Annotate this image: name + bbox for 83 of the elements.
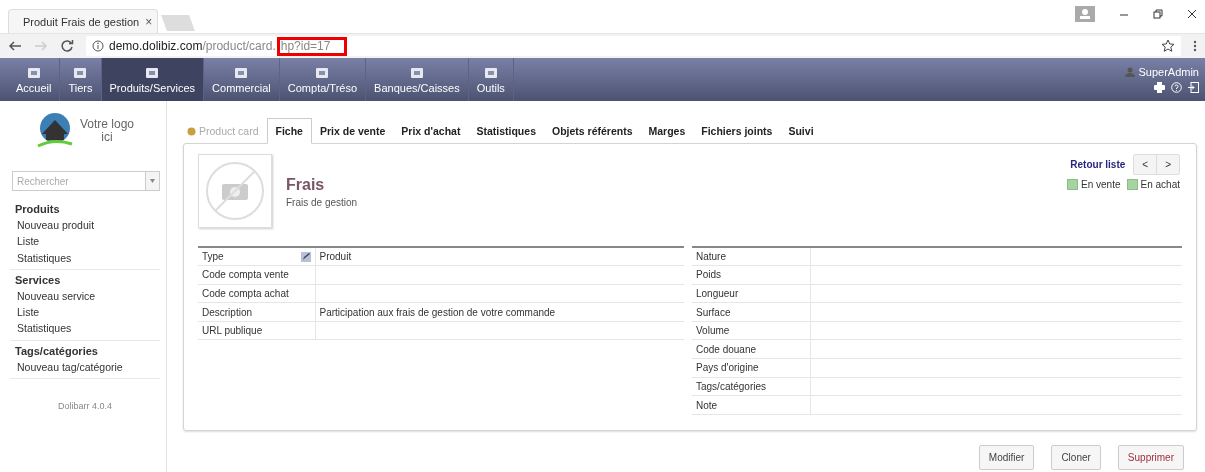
menu-tab[interactable]: Commercial	[204, 58, 280, 101]
tab[interactable]: Marges	[640, 119, 694, 143]
no-photo-icon	[198, 154, 272, 228]
field-label: Description	[202, 306, 253, 318]
tab[interactable]: Objets référents	[543, 119, 641, 143]
section-title[interactable]: Services	[15, 272, 160, 288]
field-label: Code compta vente	[202, 269, 289, 281]
product-ref: Frais	[286, 176, 326, 194]
logo-text: Votre logo ici	[79, 117, 134, 145]
reload-icon[interactable]	[60, 39, 74, 53]
tab[interactable]: Fiche	[266, 118, 312, 144]
sidebar-link[interactable]: Liste	[15, 233, 160, 250]
section-title[interactable]: Produits	[15, 202, 160, 217]
restore-icon[interactable]	[1153, 9, 1163, 19]
module-icon	[408, 65, 425, 79]
field-value: Produit	[319, 251, 352, 263]
back-to-list-link[interactable]: Retour liste	[1070, 159, 1126, 170]
sidebar-link[interactable]: Nouveau service	[15, 287, 160, 305]
menu-tab[interactable]: Compta/Tréso	[279, 58, 367, 101]
field-label: Surface	[696, 306, 731, 318]
menu-tab[interactable]: Produits/Services	[101, 58, 205, 101]
field-value: Participation aux frais de gestion de votre commande	[319, 306, 556, 318]
field-label: Type	[202, 251, 224, 263]
module-icon	[482, 65, 499, 79]
close-icon[interactable]: ×	[145, 14, 153, 29]
field-label: Poids	[696, 269, 721, 281]
product-label: Frais de gestion	[286, 197, 358, 208]
dropdown-button[interactable]	[145, 171, 160, 191]
menu-tab[interactable]: Banques/Caisses	[366, 58, 469, 101]
status-label: En achat	[1140, 179, 1180, 190]
action-button[interactable]: Modifier	[978, 445, 1035, 470]
sidebar-link[interactable]: Liste	[15, 304, 160, 321]
version-text: Dolibarr 4.0.4	[57, 401, 113, 412]
user-icon	[1125, 67, 1136, 77]
field-label: Code compta achat	[202, 288, 289, 299]
back-icon[interactable]	[8, 40, 22, 52]
tab[interactable]: Prix d'achat	[393, 119, 469, 143]
menu-tab[interactable]: Tiers	[60, 58, 102, 101]
user-name[interactable]: SuperAdmin	[1138, 66, 1199, 78]
module-icon	[144, 65, 161, 79]
field-label: Nature	[696, 251, 726, 263]
delete-button[interactable]: Supprimer	[1117, 445, 1184, 470]
edit-icon[interactable]	[300, 251, 311, 262]
package-icon	[187, 126, 196, 136]
tab-title: Produit Frais de gestion	[23, 15, 140, 28]
close-icon[interactable]	[1187, 9, 1197, 19]
search-field[interactable]: Rechercher	[12, 171, 145, 191]
field-label: Code douane	[696, 343, 757, 355]
next-button[interactable]: >	[1156, 155, 1179, 174]
caret-icon	[150, 179, 155, 183]
menu-tab[interactable]: Accueil	[8, 58, 61, 101]
menu-tab[interactable]: Outils	[468, 58, 514, 101]
status-label: En vente	[1081, 179, 1121, 190]
menu-icon[interactable]	[1193, 40, 1197, 52]
field-label: Note	[696, 399, 718, 411]
info-icon	[92, 40, 104, 52]
house-logo-icon	[35, 112, 74, 150]
section-title[interactable]: Tags/catégories	[15, 343, 160, 359]
module-icon	[314, 65, 331, 79]
field-label: Pays d'origine	[696, 362, 759, 374]
previous-button[interactable]: <	[1134, 155, 1157, 174]
module-icon	[72, 65, 89, 79]
browser-tab[interactable]: Produit Frais de gestion ×	[8, 9, 158, 33]
module-icon	[233, 65, 250, 79]
logout-icon[interactable]	[1188, 82, 1199, 93]
field-label: Tags/catégories	[696, 380, 767, 392]
sidebar-link[interactable]: Statistiques	[15, 249, 160, 266]
module-icon	[25, 65, 42, 79]
sidebar-link[interactable]: Nouveau tag/catégorie	[15, 358, 160, 376]
sidebar-link[interactable]: Nouveau produit	[15, 217, 160, 234]
tabs-heading: Product card	[187, 125, 267, 143]
field-label: Longueur	[696, 288, 739, 299]
field-label: Volume	[696, 325, 730, 337]
tab[interactable]: Suivi	[780, 119, 822, 143]
help-icon[interactable]	[1171, 82, 1182, 93]
tab[interactable]: Fichiers joints	[693, 119, 781, 143]
star-icon[interactable]	[1161, 39, 1175, 53]
tab[interactable]: Prix de vente	[311, 119, 394, 143]
sidebar-link[interactable]: Statistiques	[15, 320, 160, 337]
address-field[interactable]: demo.dolibiz.com/product/card. hp?id=17	[86, 36, 1181, 56]
tab[interactable]: Statistiques	[468, 119, 544, 143]
field-label: URL publique	[202, 325, 263, 337]
action-button[interactable]: Cloner	[1051, 445, 1101, 470]
